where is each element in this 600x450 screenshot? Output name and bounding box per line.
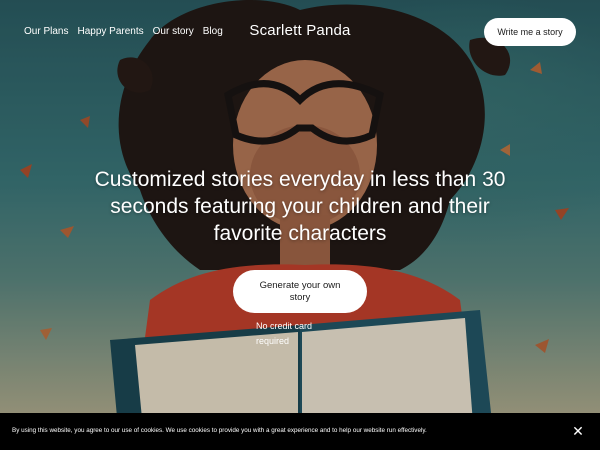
cookie-message: By using this website, you agree to our …	[12, 427, 427, 434]
hero-headline: Customized stories everyday in less than…	[94, 168, 506, 245]
close-icon[interactable]: ✕	[571, 424, 585, 438]
write-story-button[interactable]: Write me a story	[484, 18, 576, 46]
generate-story-button[interactable]: Generate your own story	[233, 270, 367, 313]
no-credit-card-note: No credit card required	[256, 321, 313, 346]
cookie-banner: By using this website, you agree to our …	[0, 413, 600, 450]
